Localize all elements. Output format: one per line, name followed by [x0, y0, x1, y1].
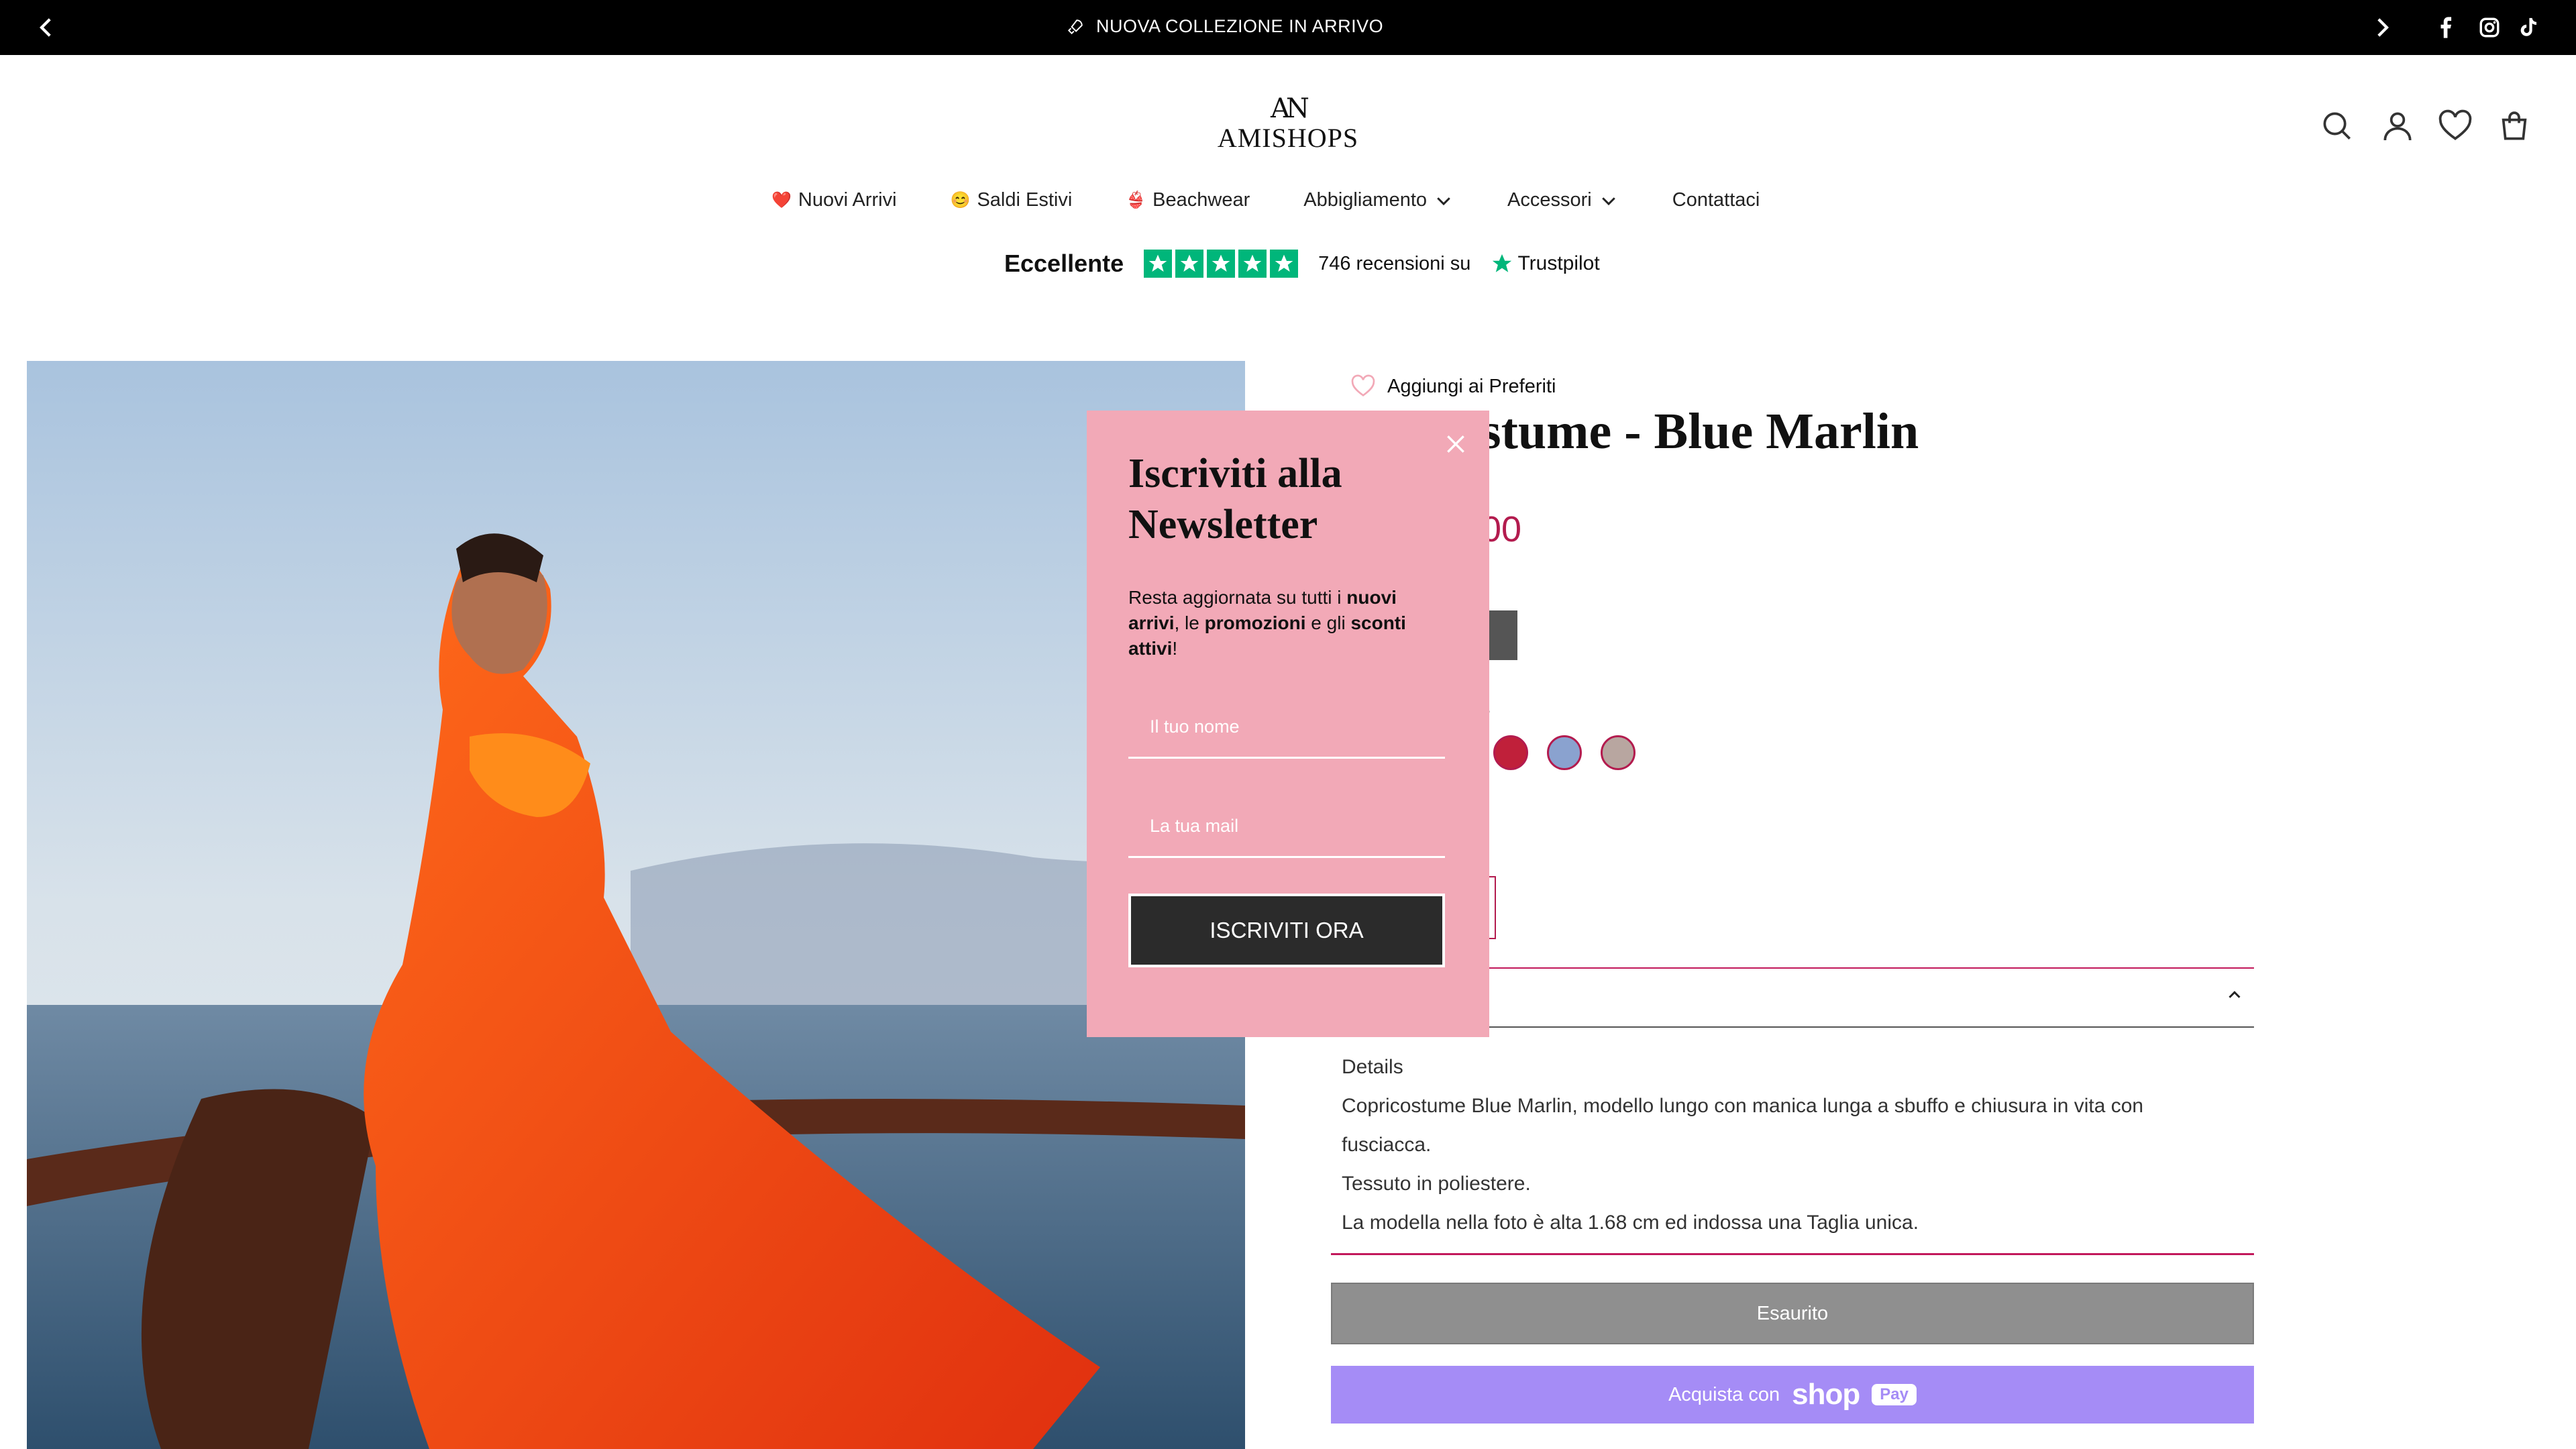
main-nav: ❤️ Nuovi Arrivi 😊 Saldi Estivi 👙 Beachwe… [771, 189, 1760, 211]
color-swatch-blue[interactable] [1547, 735, 1582, 770]
trustpilot-logo: Trustpilot [1491, 252, 1600, 275]
trustpilot-star-icon [1493, 254, 1512, 272]
product-photo [27, 361, 1245, 1449]
chevron-down-icon [1437, 197, 1450, 205]
chevron-down-icon [1601, 197, 1615, 205]
shop-pay-badge: Pay [1872, 1384, 1917, 1405]
email-input[interactable] [1128, 796, 1445, 856]
nav-item-label: Beachwear [1152, 189, 1250, 211]
details-line: fusciacca. [1342, 1134, 1432, 1156]
details-line: La modella nella foto è alta 1.68 cm ed … [1342, 1212, 1919, 1234]
nav-item-label: Abbigliamento [1303, 189, 1428, 211]
nav-item-label: Contattaci [1672, 189, 1760, 211]
name-field[interactable] [1128, 696, 1445, 759]
star-icon [1238, 250, 1267, 278]
chevron-right-icon[interactable] [2368, 13, 2396, 42]
product-image[interactable] [27, 361, 1245, 1449]
logo-name: AMISHOPS [1217, 123, 1359, 153]
account-icon[interactable] [2379, 107, 2416, 145]
color-swatch-red[interactable] [1493, 735, 1528, 770]
rocket-icon [1067, 19, 1083, 34]
newsletter-text-bold: promozioni [1204, 612, 1306, 633]
search-icon[interactable] [2318, 107, 2356, 145]
nav-item-label: Accessori [1507, 189, 1592, 211]
nav-item-beachwear[interactable]: 👙 Beachwear [1126, 189, 1250, 211]
chevron-up-icon[interactable] [2224, 985, 2245, 1005]
accordion-divider [1331, 1253, 2254, 1255]
instagram-icon[interactable] [2478, 16, 2501, 39]
star-icon [1270, 250, 1299, 278]
tiktok-icon[interactable] [2517, 16, 2540, 39]
announcement-bar: NUOVA COLLEZIONE IN ARRIVO [0, 0, 2576, 55]
sold-out-button[interactable]: Esaurito [1331, 1283, 2254, 1344]
announcement-text: NUOVA COLLEZIONE IN ARRIVO [1096, 16, 1384, 36]
newsletter-description: Resta aggiornata su tutti i nuovi arrivi… [1128, 585, 1424, 661]
nav-item-label: Saldi Estivi [977, 189, 1073, 211]
trustpilot-brand: Trustpilot [1517, 252, 1600, 274]
newsletter-text: e gli [1305, 612, 1351, 633]
details-line: Copricostume Blue Marlin, modello lungo … [1342, 1095, 2144, 1117]
newsletter-title: Iscriviti alla Newsletter [1128, 451, 1342, 547]
trust-review-count: 746 recensioni su [1318, 252, 1471, 274]
nav-item-accessori[interactable]: Accessori [1507, 189, 1619, 211]
heart-emoji-icon: ❤️ [771, 191, 792, 209]
nav-item-contattaci[interactable]: Contattaci [1672, 189, 1760, 211]
subscribe-button[interactable]: ISCRIVITI ORA [1128, 894, 1445, 967]
add-to-wishlist[interactable]: Aggiungi ai Preferiti [1350, 373, 1556, 400]
color-swatch-beige[interactable] [1601, 735, 1635, 770]
product-title: ostume - Blue Marlin [1456, 403, 1919, 460]
product-details: Details Copricostume Blue Marlin, modell… [1342, 1048, 2214, 1242]
newsletter-text: Resta aggiornata su tutti i [1128, 587, 1347, 608]
nav-item-saldi-estivi[interactable]: 😊 Saldi Estivi [951, 189, 1073, 211]
email-field[interactable] [1128, 796, 1445, 858]
cart-icon[interactable] [2496, 107, 2533, 145]
nav-item-abbigliamento[interactable]: Abbigliamento [1303, 189, 1454, 211]
shop-pay-brand: shop [1792, 1378, 1860, 1411]
trustpilot-widget[interactable]: Eccellente 746 recensioni su Trustpilot [1004, 250, 1600, 278]
newsletter-popup: Iscriviti alla Newsletter Resta aggiorna… [1087, 411, 1489, 1037]
star-icon [1207, 250, 1236, 278]
nav-item-nuovi-arrivi[interactable]: ❤️ Nuovi Arrivi [771, 189, 897, 211]
details-line: Details [1342, 1056, 1403, 1078]
wishlist-icon[interactable] [2436, 107, 2474, 145]
wishlist-label: Aggiungi ai Preferiti [1387, 375, 1556, 397]
shop-pay-button[interactable]: Acquista con shop Pay [1331, 1366, 2254, 1424]
name-input[interactable] [1128, 696, 1445, 757]
details-line: Tessuto in poliestere. [1342, 1173, 1531, 1195]
logo-mark: AN [1271, 93, 1309, 124]
newsletter-text: , le [1174, 612, 1205, 633]
heart-icon [1351, 374, 1375, 396]
trust-stars [1144, 250, 1299, 278]
nav-item-label: Nuovi Arrivi [798, 189, 897, 211]
bikini-emoji-icon: 👙 [1126, 191, 1146, 209]
shop-pay-prefix: Acquista con [1668, 1383, 1780, 1405]
newsletter-text: ! [1172, 638, 1178, 659]
trust-rating-word: Eccellente [1004, 250, 1124, 277]
star-icon [1175, 250, 1204, 278]
star-icon [1144, 250, 1173, 278]
announcement-message[interactable]: NUOVA COLLEZIONE IN ARRIVO [1067, 16, 1383, 37]
brand-logo[interactable]: AN AMISHOPS [1214, 94, 1362, 154]
facebook-icon[interactable] [2435, 16, 2458, 39]
smiley-emoji-icon: 😊 [950, 191, 971, 209]
chevron-left-icon[interactable] [32, 13, 60, 42]
